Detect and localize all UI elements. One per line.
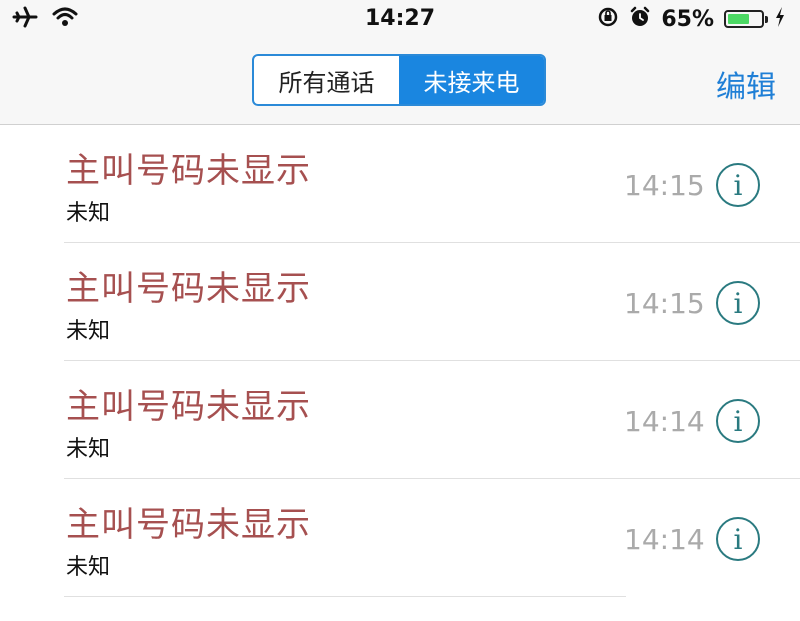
caller-name: 主叫号码未显示: [66, 151, 311, 191]
charging-icon: [774, 6, 786, 32]
nav-bar: 所有通话 未接来电 编辑: [0, 40, 800, 125]
call-time: 14:14: [624, 405, 705, 438]
call-type: 未知: [66, 437, 111, 462]
call-type: 未知: [66, 319, 111, 344]
call-list: 主叫号码未显示 未知 14:15 i 主叫号码未显示 未知 14:15 i 主叫…: [0, 125, 800, 597]
caller-name: 主叫号码未显示: [66, 269, 311, 309]
call-row[interactable]: 主叫号码未显示 未知 14:15 i: [0, 243, 800, 361]
segment-all-calls[interactable]: 所有通话: [254, 56, 399, 104]
alarm-icon: [629, 6, 651, 32]
info-icon[interactable]: i: [716, 399, 760, 443]
call-row[interactable]: 主叫号码未显示 未知 14:14 i: [0, 479, 800, 597]
row-divider: [64, 596, 626, 597]
battery-fill: [728, 14, 749, 24]
call-filter-segmented-control: 所有通话 未接来电: [252, 54, 546, 106]
call-time: 14:14: [624, 523, 705, 556]
edit-button[interactable]: 编辑: [716, 62, 776, 106]
battery-icon: [724, 10, 768, 28]
info-icon[interactable]: i: [716, 163, 760, 207]
segment-missed-calls[interactable]: 未接来电: [399, 56, 544, 104]
info-icon[interactable]: i: [716, 281, 760, 325]
call-time: 14:15: [624, 169, 705, 202]
caller-name: 主叫号码未显示: [66, 505, 311, 545]
call-time: 14:15: [624, 287, 705, 320]
rotation-lock-icon: [597, 6, 619, 32]
call-row[interactable]: 主叫号码未显示 未知 14:15 i: [0, 125, 800, 243]
status-bar: 14:27 65%: [0, 0, 800, 40]
status-right: 65%: [597, 6, 786, 32]
battery-percent: 65%: [661, 6, 714, 32]
caller-name: 主叫号码未显示: [66, 387, 311, 427]
call-type: 未知: [66, 555, 111, 580]
call-row[interactable]: 主叫号码未显示 未知 14:14 i: [0, 361, 800, 479]
call-type: 未知: [66, 201, 111, 226]
info-icon[interactable]: i: [716, 517, 760, 561]
battery-tip: [765, 16, 768, 23]
